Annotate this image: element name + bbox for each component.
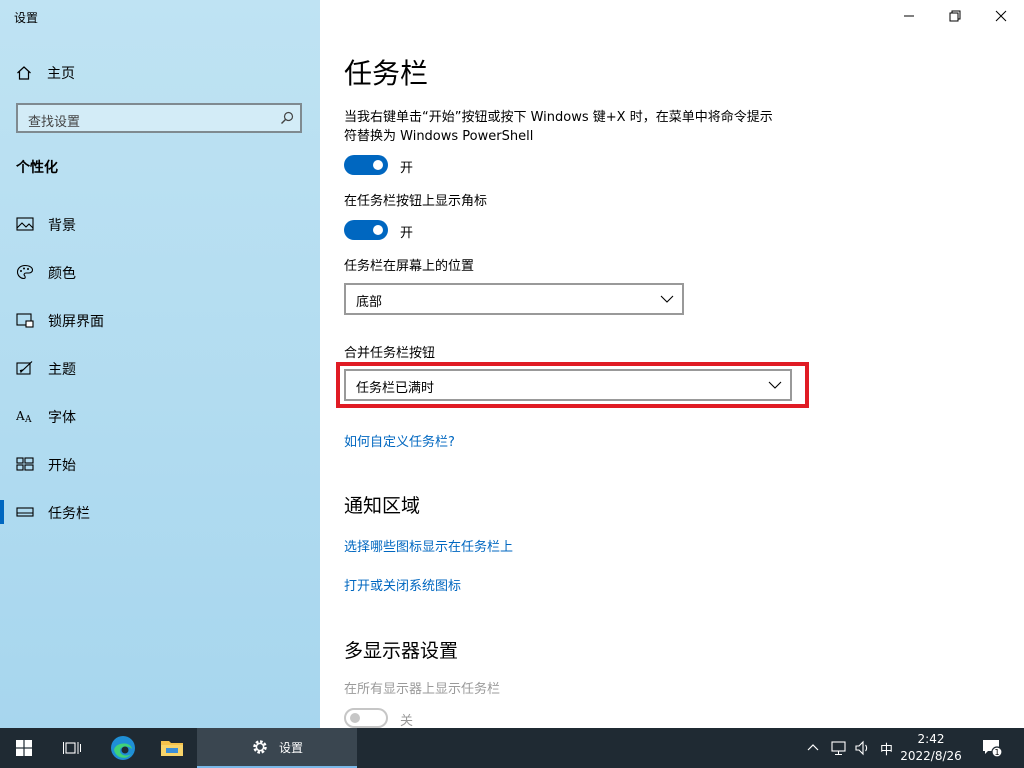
customize-taskbar-link[interactable]: 如何自定义任务栏?: [344, 431, 455, 450]
powershell-toggle-state: 开: [400, 161, 414, 176]
sidebar-item-background[interactable]: 背景: [0, 206, 320, 242]
folder-icon: [161, 741, 183, 756]
chevron-down-icon: [660, 295, 674, 303]
file-explorer-button[interactable]: [148, 728, 196, 768]
show-hidden-icons-button[interactable]: [806, 728, 820, 768]
home-label: 主页: [47, 66, 75, 82]
settings-taskbar-label: 设置: [278, 740, 303, 755]
sidebar-item-label: 开始: [48, 458, 76, 474]
search-icon[interactable]: [280, 111, 294, 125]
home-icon: [17, 66, 31, 80]
select-taskbar-icons-link[interactable]: 选择哪些图标显示在任务栏上: [344, 536, 513, 555]
show-all-displays-toggle[interactable]: [344, 708, 388, 728]
system-icons-link[interactable]: 打开或关闭系统图标: [344, 575, 461, 594]
windows-logo-icon: [16, 740, 32, 756]
sidebar-item-label: 主题: [48, 362, 76, 378]
taskbar-icon: [16, 507, 34, 517]
sidebar-item-label: 字体: [48, 410, 76, 426]
taskbar: 设置 中 2:42 2022/8/26 1: [0, 728, 1024, 768]
action-center-button[interactable]: 1: [982, 728, 1004, 768]
network-button[interactable]: [830, 728, 848, 768]
combine-label: 合并任务栏按钮: [344, 346, 436, 361]
clock-date: 2022/8/26: [900, 749, 962, 763]
svg-text:A: A: [24, 415, 32, 424]
badges-setting-text: 在任务栏按钮上显示角标: [344, 194, 488, 209]
notification-icon: 1: [983, 740, 1003, 758]
ime-indicator[interactable]: 中: [880, 728, 893, 768]
notification-area-heading: 通知区域: [344, 495, 421, 517]
page-title: 任务栏: [344, 57, 429, 90]
multi-display-heading: 多显示器设置: [344, 640, 459, 662]
show-all-displays-label: 在所有显示器上显示任务栏: [344, 682, 501, 697]
palette-icon: [16, 264, 34, 280]
sidebar-item-fonts[interactable]: A A 字体: [0, 398, 320, 434]
home-nav-item[interactable]: 主页: [16, 62, 75, 84]
speaker-icon: [855, 740, 868, 756]
toggle-knob: [373, 160, 383, 170]
edge-button[interactable]: [100, 728, 146, 768]
highlight-box: [336, 362, 809, 408]
sidebar-item-start[interactable]: 开始: [0, 446, 320, 482]
sidebar-item-label: 背景: [48, 218, 76, 234]
position-label: 任务栏在屏幕上的位置: [344, 259, 475, 274]
sidebar-item-lock-screen[interactable]: 锁屏界面: [0, 302, 320, 338]
sidebar-item-label: 锁屏界面: [48, 314, 104, 330]
notification-count: 1: [994, 748, 999, 757]
sidebar-item-taskbar[interactable]: 任务栏: [0, 494, 320, 530]
network-icon: [831, 741, 846, 755]
task-view-button[interactable]: [48, 728, 96, 768]
picture-icon: [16, 217, 34, 231]
search-input[interactable]: 查找设置: [16, 103, 302, 133]
powershell-setting-text: 当我右键单击“开始”按钮或按下 Windows 键+X 时，在菜单中将命令提示符…: [344, 110, 773, 144]
clock-time: 2:42: [917, 732, 945, 746]
font-icon: A A: [16, 409, 32, 424]
badges-toggle-state: 开: [400, 226, 414, 241]
chevron-up-icon: [807, 744, 819, 751]
sidebar-item-label: 任务栏: [48, 506, 90, 522]
start-tiles-icon: [16, 457, 34, 471]
show-all-displays-state: 关: [400, 714, 414, 729]
sidebar-item-themes[interactable]: 主题: [0, 350, 320, 386]
section-title: 个性化: [16, 160, 58, 176]
powershell-toggle[interactable]: [344, 155, 388, 175]
window-title: 设置: [14, 11, 39, 25]
clock[interactable]: 2:42 2022/8/26: [896, 731, 966, 765]
sidebar: 设置 主页 查找设置 个性化 背景 颜色 锁屏界面 主题 A A 字体 开始 任…: [0, 0, 320, 728]
toggle-knob: [373, 225, 383, 235]
selection-indicator: [0, 500, 4, 524]
position-dropdown-value: 底部: [356, 295, 383, 310]
start-button[interactable]: [0, 728, 48, 768]
gear-icon: [253, 740, 267, 754]
svg-text:A: A: [16, 409, 25, 423]
lock-screen-icon: [16, 313, 34, 328]
search-placeholder: 查找设置: [28, 115, 81, 130]
sidebar-item-colors[interactable]: 颜色: [0, 254, 320, 290]
badges-toggle[interactable]: [344, 220, 388, 240]
sidebar-item-label: 颜色: [48, 266, 76, 282]
toggle-knob: [350, 713, 360, 723]
task-view-icon: [63, 742, 81, 754]
theme-brush-icon: [16, 361, 33, 375]
volume-button[interactable]: [855, 728, 871, 768]
edge-browser-icon: [111, 736, 135, 760]
settings-taskbar-button[interactable]: 设置: [197, 728, 357, 768]
position-dropdown[interactable]: 底部: [344, 283, 684, 315]
